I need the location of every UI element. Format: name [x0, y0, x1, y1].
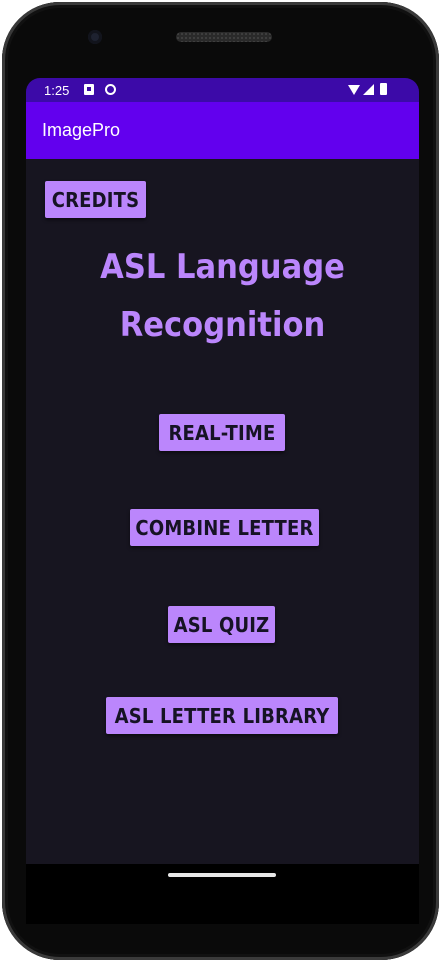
page-title: ASL Language Recognition [26, 238, 419, 354]
navigation-bar [26, 864, 419, 924]
status-time: 1:25 [44, 83, 70, 98]
cell-signal-icon [363, 84, 374, 95]
battery-icon [380, 83, 387, 95]
sync-icon [105, 84, 116, 95]
page-title-line-1: ASL Language [100, 247, 345, 287]
credits-button[interactable]: CREDITS [45, 181, 146, 218]
screen: 1:25 ImagePro CREDITS ASL Language Recog… [26, 78, 419, 864]
home-gesture-handle[interactable] [168, 873, 276, 877]
front-camera [88, 30, 102, 44]
wifi-icon [348, 85, 360, 95]
sim-card-icon [84, 84, 94, 95]
phone-frame: 1:25 ImagePro CREDITS ASL Language Recog… [2, 2, 439, 960]
asl-letter-library-button[interactable]: ASL LETTER LIBRARY [106, 697, 338, 734]
page-title-line-2: Recognition [119, 305, 326, 345]
real-time-button[interactable]: REAL-TIME [159, 414, 285, 451]
app-title: ImagePro [42, 120, 121, 140]
app-bar: ImagePro [26, 102, 419, 159]
earpiece-speaker [176, 32, 272, 42]
asl-quiz-button[interactable]: ASL QUIZ [168, 606, 275, 643]
status-bar: 1:25 [26, 78, 419, 102]
combine-letter-button[interactable]: COMBINE LETTER [130, 509, 319, 546]
